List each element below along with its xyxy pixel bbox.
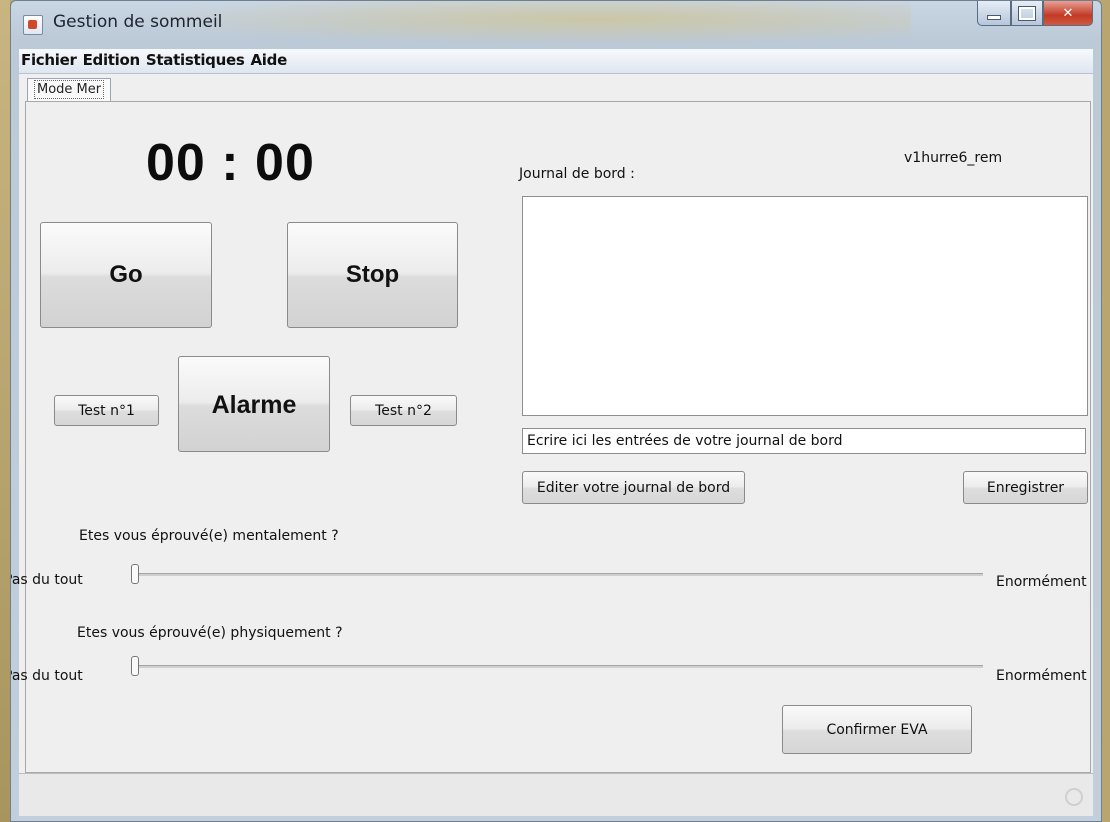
app-window: Gestion de sommeil ✕ Fichier Edition Sta… [10, 0, 1102, 822]
close-button[interactable]: ✕ [1043, 1, 1093, 26]
journal-textarea[interactable] [522, 196, 1088, 416]
minimize-button[interactable] [977, 1, 1011, 26]
menu-statistiques[interactable]: Statistiques [144, 49, 249, 73]
menu-edition[interactable]: Edition [81, 49, 144, 73]
go-button[interactable]: Go [40, 222, 212, 328]
window-title: Gestion de sommeil [53, 12, 223, 32]
physical-max-label: Enormément [996, 668, 1087, 684]
tab-strip: Mode Mer [19, 74, 1093, 102]
close-icon: ✕ [1062, 5, 1074, 21]
tab-mode-mer[interactable]: Mode Mer [27, 78, 112, 101]
java-app-icon[interactable] [23, 15, 43, 35]
version-label: v1hurre6_rem [904, 150, 1003, 166]
title-bar[interactable]: Gestion de sommeil ✕ [11, 1, 1101, 45]
tab-label: Mode Mer [34, 80, 105, 99]
slider-track [131, 573, 983, 576]
progress-spinner-icon [1065, 788, 1083, 806]
physical-question: Etes vous éprouvé(e) physiquement ? [77, 625, 343, 641]
slider-track [131, 665, 983, 668]
journal-entry-field[interactable]: Ecrire ici les entrées de votre journal … [522, 428, 1086, 454]
minimize-icon [987, 14, 1001, 20]
mental-slider[interactable] [131, 564, 983, 584]
maximize-button[interactable] [1011, 1, 1043, 26]
status-bar [19, 773, 1093, 816]
stop-button[interactable]: Stop [287, 222, 458, 328]
slider-thumb[interactable] [131, 564, 139, 584]
maximize-icon [1018, 5, 1036, 21]
window-controls: ✕ [977, 1, 1093, 27]
desktop-background [0, 0, 10, 822]
edit-journal-button[interactable]: Editer votre journal de bord [522, 471, 745, 504]
alarm-button[interactable]: Alarme [178, 356, 330, 452]
journal-label: Journal de bord : [519, 166, 635, 182]
test1-button[interactable]: Test n°1 [54, 395, 159, 426]
menu-fichier[interactable]: Fichier [19, 49, 81, 73]
mental-min-label: Pas du tout [10, 572, 83, 588]
test2-button[interactable]: Test n°2 [350, 395, 457, 426]
menu-aide[interactable]: Aide [248, 49, 290, 73]
menu-bar: Fichier Edition Statistiques Aide [19, 49, 1093, 74]
confirm-eva-button[interactable]: Confirmer EVA [782, 705, 972, 754]
slider-thumb[interactable] [131, 656, 139, 676]
mental-max-label: Enormément [996, 574, 1087, 590]
physical-slider[interactable] [131, 656, 983, 676]
mental-question: Etes vous éprouvé(e) mentalement ? [79, 528, 339, 544]
save-button[interactable]: Enregistrer [963, 471, 1088, 504]
timer-display: 00 : 00 [146, 134, 315, 192]
physical-min-label: Pas du tout [10, 668, 83, 684]
